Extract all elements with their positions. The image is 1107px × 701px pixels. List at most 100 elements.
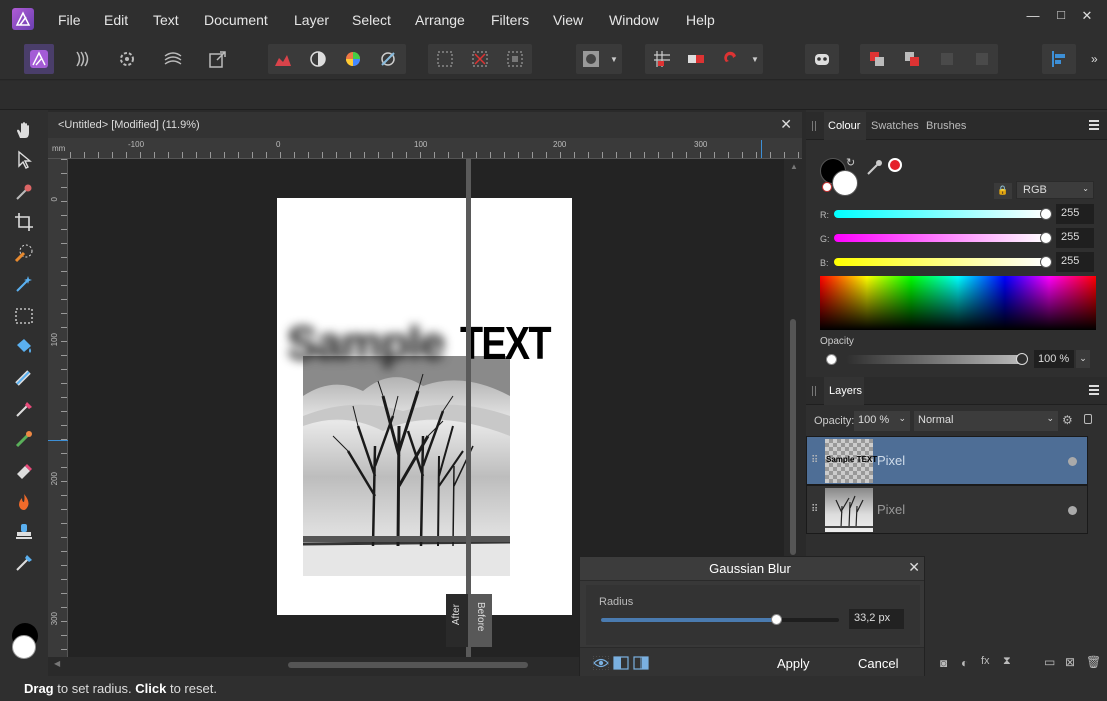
export-persona-icon[interactable]	[203, 44, 233, 74]
close-window-button[interactable]: ✕	[1080, 8, 1094, 23]
colour-mode-select[interactable]: RGB ⌄	[1016, 181, 1094, 199]
menu-file[interactable]: File	[58, 12, 81, 28]
tone-mapping-persona-icon[interactable]	[158, 44, 188, 74]
menu-edit[interactable]: Edit	[104, 12, 128, 28]
opacity-value[interactable]: 100 %	[1034, 350, 1074, 368]
vertical-scroll-thumb[interactable]	[790, 319, 796, 555]
move-to-front-icon[interactable]	[967, 44, 997, 74]
smudge-tool-icon[interactable]	[12, 551, 36, 575]
develop-persona-icon[interactable]	[112, 44, 142, 74]
split-view-icon[interactable]	[613, 656, 629, 673]
layer-lock-icon[interactable]	[1084, 414, 1092, 424]
colour-panel-menu-icon[interactable]	[1089, 120, 1099, 130]
layers-panel-menu-icon[interactable]	[1089, 385, 1099, 395]
layer-name[interactable]: Pixel	[877, 502, 905, 517]
panel-grip-icon[interactable]	[812, 386, 816, 396]
crop-tool-icon[interactable]	[12, 210, 36, 234]
opacity-slider[interactable]	[846, 355, 1024, 364]
tab-swatches[interactable]: Swatches	[871, 120, 919, 132]
r-channel-slider[interactable]	[834, 210, 1046, 218]
marquee-tool-icon[interactable]	[12, 304, 36, 328]
document-page[interactable]: Sample TEXT	[277, 198, 572, 615]
quick-mask-icon[interactable]	[576, 44, 606, 74]
tab-layers[interactable]: Layers	[829, 385, 862, 397]
cancel-button[interactable]: Cancel	[858, 656, 898, 671]
apply-button[interactable]: Apply	[777, 656, 810, 671]
menu-filters[interactable]: Filters	[491, 12, 529, 28]
gradient-tool-icon[interactable]	[12, 365, 36, 389]
close-document-button[interactable]: ✕	[780, 116, 792, 133]
secondary-colour-well[interactable]	[832, 170, 858, 196]
layer-drag-icon[interactable]: ⠿	[811, 455, 818, 466]
menu-layer[interactable]: Layer	[294, 12, 329, 28]
radius-value-field[interactable]: 33,2 px	[849, 609, 904, 629]
view-tool-hand-icon[interactable]	[12, 118, 36, 142]
menu-text[interactable]: Text	[153, 12, 179, 28]
tab-colour[interactable]: Colour	[828, 120, 860, 132]
colour-picker-tool-icon[interactable]	[12, 180, 36, 204]
levels-icon[interactable]	[268, 44, 298, 74]
menu-select[interactable]: Select	[352, 12, 391, 28]
move-to-back-icon[interactable]	[862, 44, 892, 74]
horizontal-scroll-thumb[interactable]	[288, 662, 528, 668]
retouch-tool-icon[interactable]	[12, 427, 36, 451]
menu-help[interactable]: Help	[686, 12, 715, 28]
photo-persona-icon[interactable]	[24, 44, 54, 74]
colour-spectrum[interactable]	[820, 276, 1096, 330]
blend-mode-select[interactable]: Normal ⌄	[914, 411, 1058, 431]
auto-contrast-icon[interactable]	[303, 44, 333, 74]
panel-grip-icon[interactable]	[812, 121, 816, 131]
lock-icon[interactable]: 🔒	[994, 183, 1012, 199]
snapping-dropdown-icon[interactable]: ▼	[751, 55, 759, 64]
tab-brushes[interactable]: Brushes	[926, 120, 966, 132]
layer-visibility-icon[interactable]	[1068, 506, 1077, 515]
snapping-grid-icon[interactable]	[647, 44, 677, 74]
paint-brush-tool-icon[interactable]	[12, 397, 36, 421]
select-all-icon[interactable]	[430, 44, 460, 74]
layer-opacity-field[interactable]: 100 % ⌄	[854, 411, 910, 431]
hourglass-icon[interactable]: ⧗	[1003, 655, 1011, 668]
snapping-magnet-icon[interactable]	[716, 44, 746, 74]
dialog-close-button[interactable]: ✕	[908, 559, 920, 576]
maximize-button[interactable]: □	[1054, 7, 1068, 22]
menu-document[interactable]: Document	[204, 12, 268, 28]
g-channel-slider[interactable]	[834, 234, 1046, 242]
clone-stamp-tool-icon[interactable]	[12, 520, 36, 544]
layer-row[interactable]: ⠿ Sample TEXT Pixel	[806, 436, 1088, 485]
scroll-left-icon[interactable]: ◀	[54, 659, 60, 668]
layer-settings-gear-icon[interactable]: ⚙	[1062, 413, 1073, 427]
b-channel-knob[interactable]	[1040, 256, 1052, 268]
menu-view[interactable]: View	[553, 12, 583, 28]
preview-eye-icon[interactable]	[592, 655, 610, 673]
auto-colour-icon[interactable]	[338, 44, 368, 74]
colour-picker-icon[interactable]	[866, 158, 886, 179]
b-channel-value[interactable]: 255	[1056, 252, 1094, 272]
add-layer-icon[interactable]: ⊠	[1065, 655, 1075, 669]
dodge-burn-tool-icon[interactable]	[12, 490, 36, 514]
r-channel-knob[interactable]	[1040, 208, 1052, 220]
no-fill-icon[interactable]	[822, 182, 832, 192]
layer-visibility-icon[interactable]	[1068, 457, 1077, 466]
g-channel-value[interactable]: 255	[1056, 228, 1094, 248]
opacity-dropdown-icon[interactable]: ⌄	[1076, 350, 1090, 368]
layer-name[interactable]: Pixel	[877, 453, 905, 468]
radius-slider[interactable]	[601, 614, 839, 625]
liquify-persona-icon[interactable]	[68, 44, 98, 74]
radius-slider-knob[interactable]	[771, 614, 783, 625]
toolbar-overflow-icon[interactable]: »	[1091, 52, 1098, 66]
align-left-icon[interactable]	[1044, 44, 1074, 74]
invert-selection-icon[interactable]	[500, 44, 530, 74]
dialog-header[interactable]: Gaussian Blur ✕	[580, 557, 924, 581]
erase-brush-tool-icon[interactable]	[12, 459, 36, 483]
r-channel-value[interactable]: 255	[1056, 204, 1094, 224]
before-after-split-handle[interactable]	[466, 159, 471, 657]
secondary-colour-swatch[interactable]	[12, 635, 36, 659]
move-forward-one-icon[interactable]	[932, 44, 962, 74]
live-filter-icon[interactable]: fx	[981, 655, 990, 667]
b-channel-slider[interactable]	[834, 258, 1046, 266]
assistant-robot-icon[interactable]	[807, 44, 837, 74]
picked-colour-swatch[interactable]	[888, 158, 902, 172]
delete-layer-icon[interactable]: 🗑	[1086, 655, 1101, 669]
flood-fill-tool-icon[interactable]	[12, 334, 36, 358]
opacity-knob[interactable]	[1016, 353, 1028, 365]
